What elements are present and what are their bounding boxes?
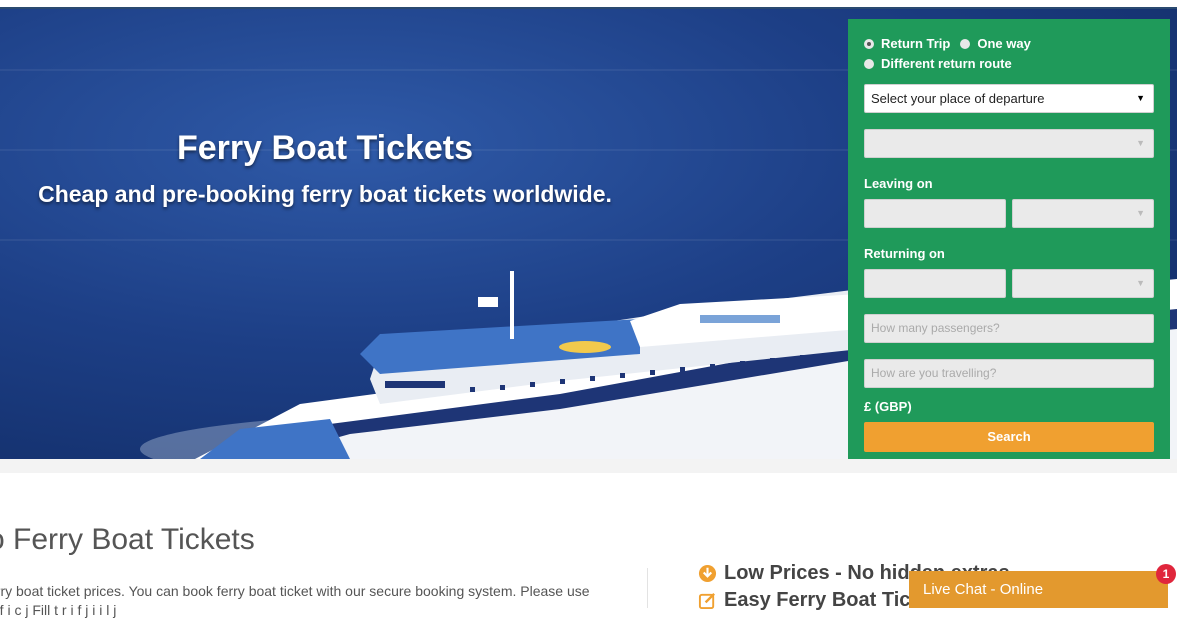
column-divider bbox=[647, 568, 648, 608]
departure-select[interactable]: Select your place of departure ▼ bbox=[864, 84, 1154, 113]
leaving-time-select[interactable]: ▼ bbox=[1012, 199, 1154, 228]
currency-selector[interactable]: £ (GBP) bbox=[864, 399, 912, 414]
edit-icon bbox=[698, 593, 715, 610]
hero-subtitle: Cheap and pre-booking ferry boat tickets… bbox=[38, 181, 612, 207]
search-button[interactable]: Search bbox=[864, 422, 1154, 452]
departure-select-value: Select your place of departure bbox=[871, 91, 1045, 106]
travel-method-input[interactable]: How are you travelling? bbox=[864, 359, 1154, 388]
one-way-radio[interactable] bbox=[960, 38, 971, 49]
trip-type-row: Return Trip One way bbox=[864, 36, 1041, 51]
return-trip-radio[interactable] bbox=[864, 38, 874, 49]
leaving-date-input[interactable] bbox=[864, 199, 1006, 228]
returning-time-select[interactable]: ▼ bbox=[1012, 269, 1154, 298]
section-text-line1: erry boat ticket prices. You can book fe… bbox=[0, 583, 590, 599]
booking-panel: Return Trip One way Different return rou… bbox=[848, 19, 1170, 459]
different-route-radio[interactable] bbox=[864, 58, 874, 69]
hero-title: Ferry Boat Tickets bbox=[176, 129, 474, 167]
download-circle-icon bbox=[698, 564, 717, 583]
chat-notification-badge[interactable]: 1 bbox=[1156, 564, 1176, 584]
hero-bottom-strip bbox=[0, 459, 1177, 473]
chevron-down-icon: ▼ bbox=[1136, 93, 1145, 103]
chevron-down-icon: ▼ bbox=[1136, 138, 1145, 148]
return-trip-label[interactable]: Return Trip bbox=[881, 36, 950, 51]
chevron-down-icon: ▼ bbox=[1136, 278, 1145, 288]
returning-on-label: Returning on bbox=[864, 246, 945, 261]
returning-date-input[interactable] bbox=[864, 269, 1006, 298]
different-route-label[interactable]: Different return route bbox=[881, 56, 1012, 71]
section-heading: o Ferry Boat Tickets bbox=[0, 523, 255, 556]
passengers-input[interactable]: How many passengers? bbox=[864, 314, 1154, 343]
one-way-label[interactable]: One way bbox=[977, 36, 1030, 51]
live-chat-button[interactable]: Live Chat - Online bbox=[909, 571, 1168, 608]
chevron-down-icon: ▼ bbox=[1136, 208, 1145, 218]
different-route-row: Different return route bbox=[864, 56, 1022, 71]
section-text-line2: a f i c j Fill t r i f j i i l j bbox=[0, 602, 117, 618]
destination-select[interactable]: ▼ bbox=[864, 129, 1154, 158]
leaving-on-label: Leaving on bbox=[864, 176, 933, 191]
top-bar bbox=[0, 0, 1177, 9]
